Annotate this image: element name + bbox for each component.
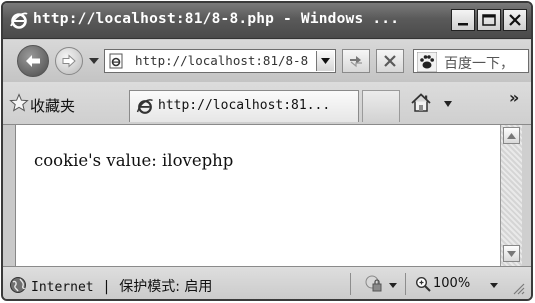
page-icon	[109, 53, 123, 69]
ie-icon	[10, 12, 28, 29]
search-input[interactable]: 百度一下，	[444, 53, 528, 71]
favorites-bar: 收藏夹 http://localhost:81... »	[3, 82, 531, 125]
back-button[interactable]	[17, 45, 49, 77]
refresh-button[interactable]	[342, 49, 370, 73]
stop-icon	[384, 55, 396, 67]
minimize-icon	[458, 23, 468, 26]
ie-icon	[136, 99, 153, 114]
minimize-button[interactable]	[451, 9, 475, 31]
recent-pages-dropdown-icon[interactable]	[89, 57, 99, 65]
address-dropdown-button[interactable]	[316, 51, 334, 71]
status-divider	[405, 273, 406, 295]
title-bar: http://localhost:81/8-8.php - Windows ..…	[3, 3, 531, 39]
star-icon[interactable]	[9, 93, 29, 113]
stop-button[interactable]	[376, 49, 404, 73]
status-divider	[350, 273, 351, 295]
tab-title: http://localhost:81...	[158, 98, 331, 113]
resize-grip-icon[interactable]	[511, 281, 525, 295]
zone-label: Internet	[31, 280, 94, 295]
address-url[interactable]: http://localhost:81/8-8.php	[135, 53, 311, 71]
close-button[interactable]	[503, 9, 527, 31]
favorites-button[interactable]: 收藏夹	[30, 95, 75, 116]
navigation-bar: http://localhost:81/8-8.php 百度一下，	[3, 40, 531, 82]
tab-current[interactable]: http://localhost:81...	[129, 90, 359, 122]
browser-window: http://localhost:81/8-8.php - Windows ..…	[1, 1, 533, 301]
chevron-down-icon	[507, 250, 516, 257]
baidu-paw-icon	[417, 52, 437, 72]
refresh-icon	[350, 56, 362, 68]
cookie-message: cookie's value: ilovephp	[34, 151, 234, 170]
chevron-down-icon	[321, 58, 330, 64]
forward-arrow-icon	[62, 54, 76, 68]
status-bar: Internet | 保护模式: 启用 100%	[3, 266, 531, 299]
globe-icon	[10, 277, 26, 293]
home-dropdown-icon[interactable]	[444, 101, 452, 107]
page-content: cookie's value: ilovephp	[15, 125, 500, 266]
close-icon	[509, 14, 521, 26]
search-box[interactable]: 百度一下，	[413, 49, 529, 73]
maximize-button[interactable]	[477, 9, 501, 31]
toolbar-overflow-button[interactable]: »	[509, 88, 519, 107]
forward-button[interactable]	[55, 47, 83, 75]
scroll-up-button[interactable]	[503, 127, 520, 144]
scroll-down-button[interactable]	[503, 245, 520, 262]
zoom-level[interactable]: 100%	[433, 276, 470, 291]
vertical-scrollbar[interactable]	[500, 125, 522, 266]
home-icon[interactable]	[409, 91, 433, 115]
window-edge	[522, 125, 531, 266]
status-separator: |	[104, 279, 109, 295]
back-arrow-icon	[26, 55, 40, 67]
security-dropdown-icon[interactable]	[389, 283, 397, 288]
chevron-up-icon	[507, 132, 516, 139]
new-tab-button[interactable]	[362, 90, 400, 122]
zoom-dropdown-icon[interactable]	[490, 283, 498, 288]
protected-mode-label: 保护模式: 启用	[119, 279, 213, 295]
status-text: Internet | 保护模式: 启用	[31, 276, 212, 296]
magnifier-icon[interactable]	[415, 276, 431, 292]
address-bar[interactable]: http://localhost:81/8-8.php	[104, 49, 336, 73]
maximize-icon	[482, 14, 496, 26]
lock-icon[interactable]	[365, 275, 383, 293]
window-title: http://localhost:81/8-8.php - Windows ..…	[33, 11, 400, 27]
